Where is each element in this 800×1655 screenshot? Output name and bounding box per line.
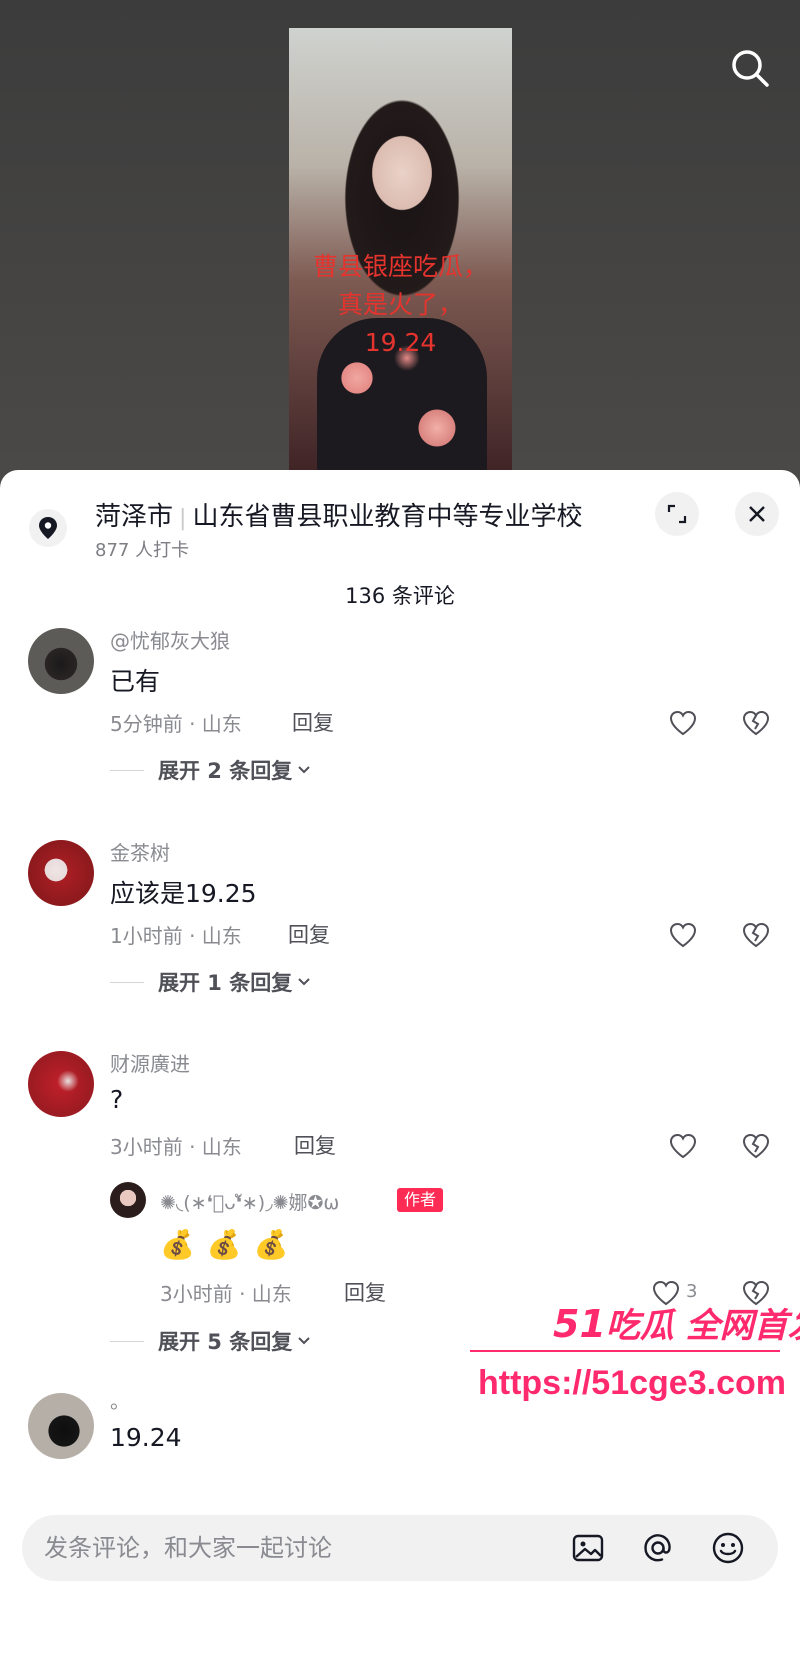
watermark-text: 吃瓜 全网首发 xyxy=(605,1306,800,1346)
expand-button[interactable] xyxy=(655,492,699,536)
reply-button[interactable]: 回复 xyxy=(344,1277,386,1307)
comment-count: 136 条评论 xyxy=(345,584,455,608)
comment-text: 应该是19.25 xyxy=(110,879,257,908)
broken-heart-icon[interactable] xyxy=(740,919,772,951)
expand-replies[interactable]: 展开 5 条回复 xyxy=(110,1326,312,1356)
author-badge: 作者 xyxy=(397,1188,444,1212)
comment-text: ? xyxy=(110,1085,124,1114)
location-city: 菏泽市 xyxy=(95,502,174,532)
expand-icon xyxy=(667,504,687,524)
divider xyxy=(110,1340,144,1342)
comment-meta: 5分钟前 · 山东 xyxy=(110,712,242,736)
broken-heart-icon[interactable] xyxy=(740,707,772,739)
avatar[interactable] xyxy=(28,1051,94,1117)
comment-text: 已有 xyxy=(110,667,161,696)
expand-replies-label: 展开 5 条回复 xyxy=(158,1330,293,1354)
video-caption-line2: 真是火了， xyxy=(337,290,463,319)
close-icon xyxy=(749,506,765,522)
emoji-icon[interactable] xyxy=(710,1530,746,1566)
image-icon[interactable] xyxy=(570,1530,606,1566)
reply-author[interactable]: ✺◟(∗❛ัᴗ❛ั∗)◞✺娜✪ω xyxy=(160,1188,339,1218)
mention-icon[interactable] xyxy=(640,1530,676,1566)
watermark-line xyxy=(470,1350,780,1352)
comment-input[interactable] xyxy=(44,1515,544,1581)
avatar[interactable] xyxy=(28,1393,94,1459)
location-place: 山东省曹县职业教育中等专业学校 xyxy=(192,502,583,532)
comment-item: 金茶树 应该是19.25 1小时前 · 山东 回复 展开 1 条回复 xyxy=(0,832,800,1022)
comment-author[interactable]: @忧郁灰大狼 xyxy=(110,625,230,654)
divider xyxy=(110,769,144,771)
reply-button[interactable]: 回复 xyxy=(288,919,330,949)
reply-avatar[interactable] xyxy=(110,1182,146,1218)
watermark-title: 51吃瓜 全网首发 xyxy=(553,1298,800,1347)
heart-icon[interactable] xyxy=(667,707,699,739)
watermark-url: https://51cge3.com xyxy=(478,1364,786,1402)
avatar[interactable] xyxy=(28,628,94,694)
heart-icon[interactable] xyxy=(667,919,699,951)
search-icon xyxy=(732,50,769,87)
close-button[interactable] xyxy=(735,492,779,536)
comment-meta: 1小时前 · 山东 xyxy=(110,924,242,948)
chevron-down-icon xyxy=(298,978,310,986)
location-separator: | xyxy=(179,506,187,531)
comment-author[interactable]: 金茶树 xyxy=(110,837,170,866)
video-background: 曹县银座吃瓜， 真是火了， 19.24 xyxy=(0,0,800,500)
chevron-down-icon xyxy=(298,1337,310,1345)
expand-replies[interactable]: 展开 1 条回复 xyxy=(110,967,312,997)
broken-heart-icon[interactable] xyxy=(740,1130,772,1162)
video-caption: 曹县银座吃瓜， 真是火了， 19.24 xyxy=(289,248,512,362)
expand-replies[interactable]: 展开 2 条回复 xyxy=(110,755,312,785)
location-title[interactable]: 菏泽市 | 山东省曹县职业教育中等专业学校 xyxy=(95,496,582,533)
reply-button[interactable]: 回复 xyxy=(292,707,334,737)
comment-author[interactable]: 财源廣进 xyxy=(110,1048,190,1077)
reply-text: 💰💰💰 xyxy=(160,1228,301,1261)
comment-text: 19.24 xyxy=(110,1423,182,1452)
watermark-number: 51 xyxy=(553,1302,606,1346)
heart-icon[interactable] xyxy=(667,1130,699,1162)
location-pin-icon xyxy=(28,508,68,548)
comment-item: @忧郁灰大狼 已有 5分钟前 · 山东 回复 展开 2 条回复 xyxy=(0,620,800,810)
video-player[interactable]: 曹县银座吃瓜， 真是火了， 19.24 xyxy=(289,28,512,488)
reply-button[interactable]: 回复 xyxy=(294,1130,336,1160)
video-caption-line3: 19.24 xyxy=(364,328,437,357)
divider xyxy=(110,981,144,983)
location-header[interactable]: 菏泽市 | 山东省曹县职业教育中等专业学校 877 人打卡 xyxy=(0,470,800,565)
video-caption-line1: 曹县银座吃瓜， xyxy=(312,252,488,281)
comment-meta: 3小时前 · 山东 xyxy=(110,1135,242,1159)
expand-replies-label: 展开 2 条回复 xyxy=(158,759,293,783)
location-checkins: 877 人打卡 xyxy=(95,540,190,561)
comment-author[interactable]: 。 xyxy=(110,1385,130,1414)
chevron-down-icon xyxy=(298,766,310,774)
expand-replies-label: 展开 1 条回复 xyxy=(158,971,293,995)
comment-input-bar xyxy=(22,1515,778,1581)
comment-panel: 菏泽市 | 山东省曹县职业教育中等专业学校 877 人打卡 136 条评论 @忧郁灰… xyxy=(0,470,800,1655)
reply-meta: 3小时前 · 山东 xyxy=(160,1282,292,1306)
avatar[interactable] xyxy=(28,840,94,906)
search-button[interactable] xyxy=(728,46,772,90)
